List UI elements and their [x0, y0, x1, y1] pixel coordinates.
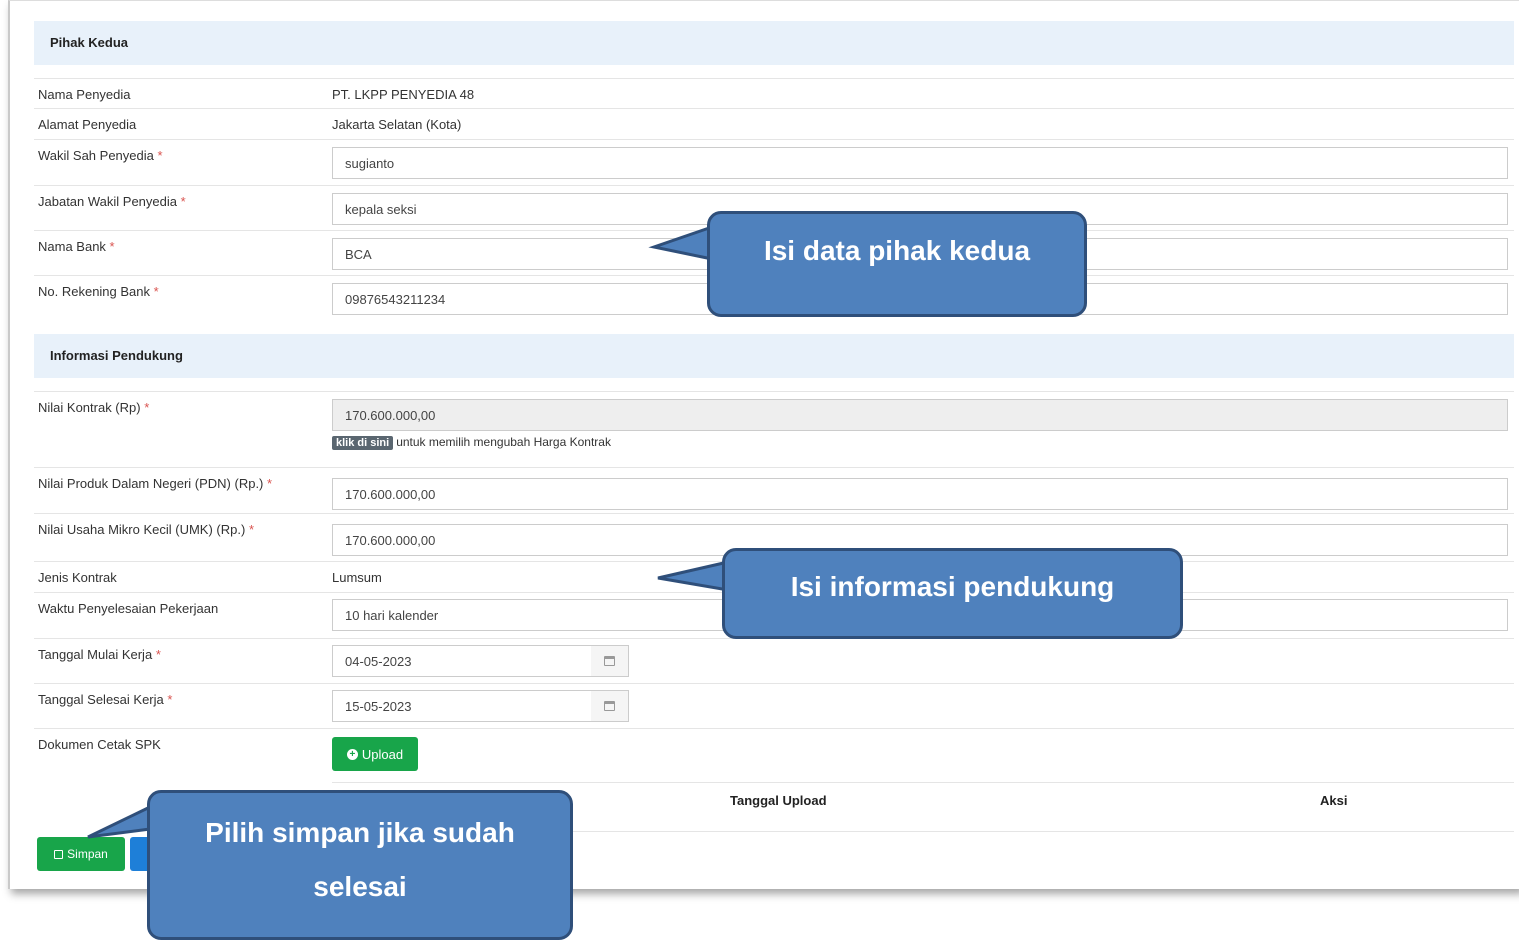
- required-mark: *: [153, 284, 159, 299]
- nilai-kontrak-input: [332, 399, 1508, 431]
- hint-text: untuk memilih mengubah Harga Kontrak: [396, 435, 611, 449]
- label-nilai-umk: Nilai Usaha Mikro Kecil (UMK) (Rp.) *: [38, 522, 254, 537]
- upload-button[interactable]: + Upload: [332, 737, 418, 771]
- plus-circle-icon: +: [346, 748, 358, 760]
- label-jenis-kontrak: Jenis Kontrak: [38, 570, 117, 585]
- row-nama-penyedia: Nama Penyedia PT. LKPP PENYEDIA 48: [34, 78, 1514, 108]
- required-mark: *: [157, 148, 163, 163]
- nilai-kontrak-hint: klik di sini untuk memilih mengubah Harga…: [332, 435, 611, 450]
- required-mark: *: [155, 647, 161, 662]
- value-nama-penyedia: PT. LKPP PENYEDIA 48: [332, 87, 475, 102]
- label-nilai-pdn: Nilai Produk Dalam Negeri (PDN) (Rp.) *: [38, 476, 273, 491]
- tanggal-mulai-input[interactable]: [332, 645, 592, 677]
- required-mark: *: [167, 692, 173, 707]
- label-tanggal-mulai: Tanggal Mulai Kerja *: [38, 647, 161, 662]
- callout-simpan-line1: Pilih simpan jika sudah: [205, 817, 515, 848]
- label-nama-penyedia: Nama Penyedia: [38, 87, 131, 102]
- row-nilai-kontrak: Nilai Kontrak (Rp) * klik di siniuntuk m…: [34, 391, 1514, 467]
- label-nilai-kontrak: Nilai Kontrak (Rp) *: [38, 400, 150, 415]
- tanggal-mulai-calendar-button[interactable]: [591, 645, 629, 677]
- label-no-rekening: No. Rekening Bank *: [38, 284, 159, 299]
- row-nilai-pdn: Nilai Produk Dalam Negeri (PDN) (Rp.) *: [34, 467, 1514, 513]
- required-mark: *: [180, 194, 186, 209]
- tanggal-selesai-calendar-button[interactable]: [591, 690, 629, 722]
- row-wakil-sah: Wakil Sah Penyedia *: [34, 139, 1514, 185]
- label-nama-bank: Nama Bank *: [38, 239, 115, 254]
- save-icon: [54, 849, 64, 859]
- nilai-pdn-input[interactable]: [332, 478, 1508, 510]
- form-panel: Pihak Kedua Nama Penyedia PT. LKPP PENYE…: [8, 0, 1519, 889]
- value-jenis-kontrak: Lumsum: [332, 570, 382, 585]
- wakil-sah-input[interactable]: [332, 147, 1508, 179]
- upload-label: Upload: [361, 746, 404, 762]
- required-mark: *: [267, 476, 273, 491]
- section-header-informasi-pendukung: Informasi Pendukung: [34, 334, 1514, 378]
- callout-pihak-kedua-text: Isi data pihak kedua: [763, 235, 1031, 266]
- label-tanggal-selesai: Tanggal Selesai Kerja *: [38, 692, 173, 707]
- col-aksi: Aksi: [1320, 793, 1348, 808]
- section-header-pihak-kedua: Pihak Kedua: [34, 21, 1514, 65]
- callout-informasi: Isi informasi pendukung: [722, 548, 1183, 639]
- row-tanggal-mulai: Tanggal Mulai Kerja *: [34, 638, 1514, 683]
- callout-simpan-line2: selesai: [313, 871, 407, 902]
- callout-informasi-text: Isi informasi pendukung: [790, 571, 1115, 602]
- label-dokumen-spk: Dokumen Cetak SPK: [38, 737, 161, 752]
- tanggal-selesai-input[interactable]: [332, 690, 592, 722]
- required-mark: *: [248, 522, 254, 537]
- callout-simpan: Pilih simpan jika sudah selesai: [147, 790, 573, 940]
- row-alamat-penyedia: Alamat Penyedia Jakarta Selatan (Kota): [34, 108, 1514, 139]
- calendar-icon: [604, 656, 615, 666]
- required-mark: *: [144, 400, 150, 415]
- klik-di-sini-link[interactable]: klik di sini: [332, 436, 394, 450]
- row-dokumen-spk: Dokumen Cetak SPK + Upload: [34, 728, 1514, 782]
- label-waktu-penyelesaian: Waktu Penyelesaian Pekerjaan: [38, 601, 219, 616]
- callout-pihak-kedua: Isi data pihak kedua: [707, 211, 1087, 317]
- calendar-icon: [604, 701, 615, 711]
- row-tanggal-selesai: Tanggal Selesai Kerja *: [34, 683, 1514, 728]
- simpan-label: Simpan: [67, 847, 108, 861]
- callout-pointer-simpan: [87, 804, 152, 839]
- label-alamat-penyedia: Alamat Penyedia: [38, 117, 137, 132]
- label-wakil-sah: Wakil Sah Penyedia *: [38, 148, 163, 163]
- value-alamat-penyedia: Jakarta Selatan (Kota): [332, 117, 462, 132]
- required-mark: *: [109, 239, 115, 254]
- label-jabatan-wakil: Jabatan Wakil Penyedia *: [38, 194, 186, 209]
- col-tanggal-upload: Tanggal Upload: [730, 793, 827, 808]
